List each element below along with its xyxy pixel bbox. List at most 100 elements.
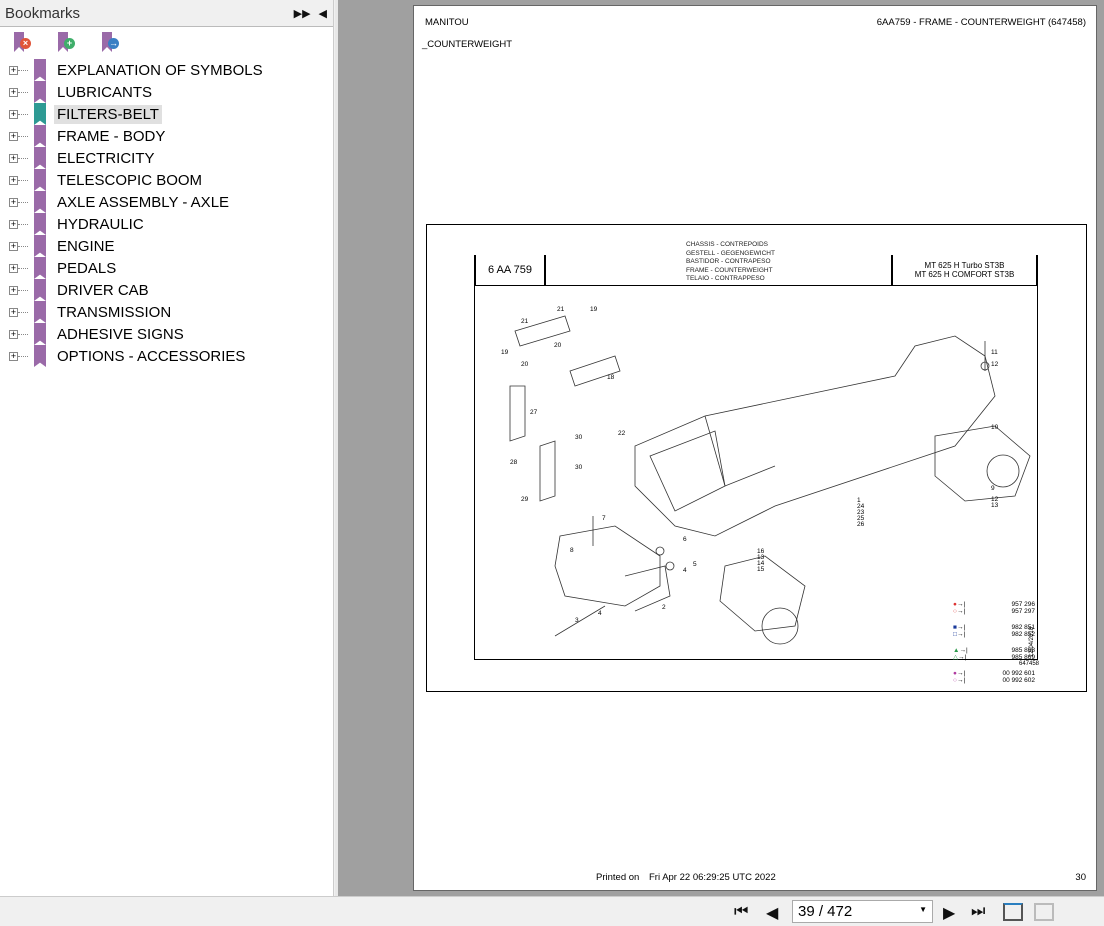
dropdown-arrow-icon[interactable]: ▼ — [919, 905, 927, 914]
add-bookmark-button[interactable]: + — [56, 32, 76, 54]
goto-bookmark-button[interactable]: → — [100, 32, 120, 54]
part-callout: 8 — [570, 547, 574, 554]
bookmark-label[interactable]: DRIVER CAB — [54, 281, 152, 300]
bookmark-item[interactable]: + EXPLANATION OF SYMBOLS — [0, 59, 333, 81]
collapse-panel-icon[interactable]: ◀ — [319, 7, 327, 20]
drawing-area: 21 19 21 20 19 20 18 27 22 30 28 30 29 7 8 6 5 4 3 4 2 16 13 14… — [474, 286, 1038, 684]
expand-icon[interactable]: + — [9, 65, 18, 75]
expand-icon[interactable]: + — [9, 307, 18, 317]
bookmark-icon — [34, 279, 46, 301]
bookmarks-title: Bookmarks — [5, 4, 81, 22]
expand-panel-icon[interactable]: ▶▶ — [294, 7, 311, 20]
legend-part-number: 957 297 — [1011, 608, 1036, 615]
page-number-input[interactable]: 39 / 472 ▼ — [792, 900, 933, 923]
legend-row: △ →| 985 869 — [953, 654, 1035, 661]
bookmark-item[interactable]: + FRAME - BODY — [0, 125, 333, 147]
bookmark-item[interactable]: + TELESCOPIC BOOM — [0, 169, 333, 191]
bookmark-item[interactable]: + LUBRICANTS — [0, 81, 333, 103]
legend-part-number: 957 296 — [1011, 601, 1036, 608]
bookmark-icon — [34, 191, 46, 213]
bookmark-label[interactable]: HYDRAULIC — [54, 215, 147, 234]
bookmark-icon — [34, 323, 46, 345]
bookmark-icon — [34, 103, 46, 125]
bookmark-icon — [34, 125, 46, 147]
bookmark-label[interactable]: ADHESIVE SIGNS — [54, 325, 187, 344]
drawing-titles: CHASSIS - CONTREPOIDS GESTELL - GEGENGEWI… — [686, 241, 775, 284]
drawing-title-line: GESTELL - GEGENGEWICHT — [686, 249, 775, 257]
bookmarks-header: Bookmarks ▶▶ ◀ — [0, 0, 333, 27]
page-number: 30 — [1075, 872, 1086, 883]
bookmark-item[interactable]: + PEDALS — [0, 257, 333, 279]
bookmark-icon — [34, 235, 46, 257]
bookmark-item[interactable]: + ADHESIVE SIGNS — [0, 323, 333, 345]
expand-icon[interactable]: + — [9, 175, 18, 185]
delete-bookmark-button[interactable]: × — [12, 32, 32, 54]
legend-row: ● →| 00 992 601 — [953, 670, 1035, 677]
model-1: MT 625 H Turbo ST3B — [924, 261, 1005, 270]
drawing-date: 12/04/2018 — [1029, 626, 1035, 657]
legend-part-number: 00 992 601 — [1002, 670, 1035, 677]
next-page-icon[interactable]: ▶ — [943, 903, 955, 923]
part-callout: 20 — [554, 342, 562, 349]
expand-icon[interactable]: + — [9, 351, 18, 361]
part-callout: 15 — [757, 566, 765, 573]
bookmark-item[interactable]: + TRANSMISSION — [0, 301, 333, 323]
part-callout: 29 — [521, 496, 529, 503]
bookmark-item[interactable]: + DRIVER CAB — [0, 279, 333, 301]
part-callout: 5 — [693, 561, 697, 568]
bookmark-item[interactable]: + HYDRAULIC — [0, 213, 333, 235]
bookmark-label[interactable]: TELESCOPIC BOOM — [54, 171, 205, 190]
fit-page-icon[interactable] — [1003, 903, 1023, 921]
expand-icon[interactable]: + — [9, 241, 18, 251]
bookmark-icon — [34, 213, 46, 235]
bookmark-item[interactable]: + ELECTRICITY — [0, 147, 333, 169]
bookmark-label[interactable]: AXLE ASSEMBLY - AXLE — [54, 193, 232, 212]
bookmark-label[interactable]: LUBRICANTS — [54, 83, 155, 102]
expand-icon[interactable]: + — [9, 109, 18, 119]
pdf-page: MANITOU 6AA759 - FRAME - COUNTERWEIGHT (… — [413, 5, 1097, 891]
part-callout: 18 — [607, 374, 615, 381]
legend-row: ● →| 957 296 — [953, 601, 1035, 608]
bookmark-label[interactable]: TRANSMISSION — [54, 303, 174, 322]
part-callout: 4 — [683, 567, 687, 574]
page-subtitle: _COUNTERWEIGHT — [422, 39, 513, 50]
bookmark-item[interactable]: + FILTERS-BELT — [0, 103, 333, 125]
legend-row: ○ →| 00 992 602 — [953, 677, 1035, 684]
fit-width-icon[interactable] — [1034, 903, 1054, 921]
previous-page-icon[interactable]: ◀ — [766, 903, 778, 923]
part-callout: 12 — [991, 361, 999, 368]
last-page-icon[interactable]: ⏭ — [971, 903, 985, 921]
expand-icon[interactable]: + — [9, 263, 18, 273]
drawing-title-line: TELAIO - CONTRAPPESO — [686, 275, 765, 282]
part-callout: 30 — [575, 434, 583, 441]
navigation-toolbar: ⏮ ◀ 39 / 472 ▼ ▶ ⏭ — [0, 896, 1104, 926]
bookmark-item[interactable]: + ENGINE — [0, 235, 333, 257]
expand-icon[interactable]: + — [9, 87, 18, 97]
bookmark-item[interactable]: + OPTIONS - ACCESSORIES — [0, 345, 333, 367]
part-callout: 19 — [590, 306, 598, 313]
expand-icon[interactable]: + — [9, 153, 18, 163]
bookmark-icon — [34, 257, 46, 279]
bookmark-label[interactable]: FILTERS-BELT — [54, 104, 162, 124]
expand-icon[interactable]: + — [9, 197, 18, 207]
bookmark-label[interactable]: FRAME - BODY — [54, 127, 168, 146]
bookmark-item[interactable]: + AXLE ASSEMBLY - AXLE — [0, 191, 333, 213]
part-callout: 2 — [662, 604, 666, 611]
drawing-ref: 647458 — [1019, 661, 1040, 667]
expand-icon[interactable]: + — [9, 285, 18, 295]
bookmark-label[interactable]: EXPLANATION OF SYMBOLS — [54, 61, 266, 80]
expand-icon[interactable]: + — [9, 131, 18, 141]
bookmark-label[interactable]: OPTIONS - ACCESSORIES — [54, 347, 248, 366]
part-callout: 11 — [991, 349, 998, 356]
expand-icon[interactable]: + — [9, 219, 18, 229]
bookmark-label[interactable]: PEDALS — [54, 259, 119, 278]
printed-date: Fri Apr 22 06:29:25 UTC 2022 — [649, 872, 776, 883]
legend-row: □ →| 982 852 — [953, 631, 1035, 638]
expand-icon[interactable]: + — [9, 329, 18, 339]
first-page-icon[interactable]: ⏮ — [734, 903, 748, 921]
part-callout: 6 — [683, 536, 687, 543]
legend-row: ▲ →| 985 868 — [953, 647, 1035, 654]
part-callout: 22 — [618, 430, 626, 437]
bookmark-label[interactable]: ELECTRICITY — [54, 149, 158, 168]
bookmark-label[interactable]: ENGINE — [54, 237, 118, 256]
